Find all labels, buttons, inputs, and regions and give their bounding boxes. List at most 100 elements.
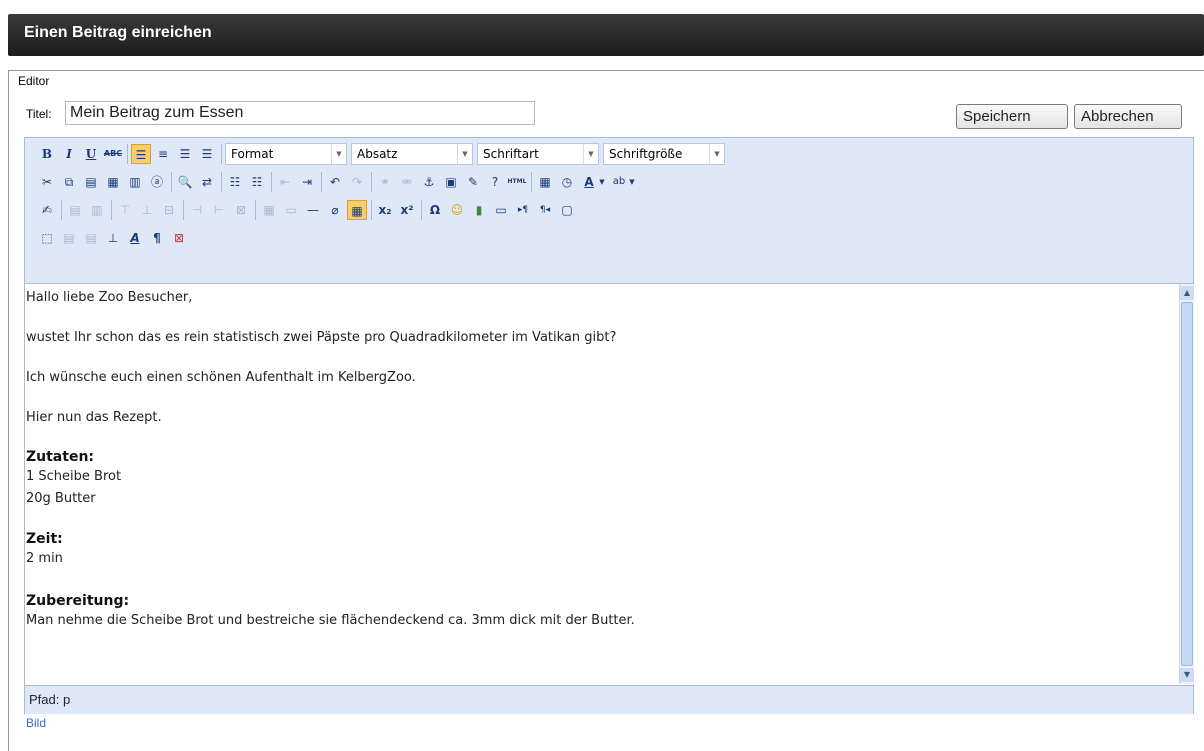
highlight-color-icon[interactable]: ab xyxy=(609,172,629,192)
nonbreaking-icon[interactable]: ⊠ xyxy=(169,228,189,248)
move-forward-icon[interactable]: ▤ xyxy=(59,228,79,248)
indent-icon[interactable]: ⇥ xyxy=(297,172,317,192)
ltr-icon[interactable]: ▸¶ xyxy=(513,200,533,220)
row-props-icon[interactable]: ▤ xyxy=(65,200,85,220)
font-select-label: Schriftart xyxy=(483,147,539,161)
align-right-icon[interactable]: ☰ xyxy=(175,144,195,164)
visual-chars-icon[interactable]: ¶ xyxy=(147,228,167,248)
iframe-icon[interactable]: ▭ xyxy=(491,200,511,220)
select-all-icon[interactable]: ⓐ xyxy=(147,172,167,192)
chevron-down-icon[interactable]: ▼ xyxy=(597,172,607,192)
content-line-4: Hier nun das Rezept. xyxy=(26,410,162,425)
italic-button[interactable]: I xyxy=(59,144,79,164)
paragraph-select[interactable]: Absatz ▼ xyxy=(351,143,473,165)
paste-word-icon[interactable]: ▥ xyxy=(125,172,145,192)
align-justify-icon[interactable]: ☰ xyxy=(197,144,217,164)
split-cells-icon[interactable]: ▦ xyxy=(259,200,279,220)
superscript-icon[interactable]: x² xyxy=(397,200,417,220)
save-button[interactable]: Speichern xyxy=(956,104,1068,129)
cell-props-icon[interactable]: ▥ xyxy=(87,200,107,220)
unlink-icon[interactable]: ⚮ xyxy=(397,172,417,192)
zutaten-heading: Zutaten: xyxy=(26,449,95,465)
table-icon[interactable]: ▦ xyxy=(347,200,367,220)
numbered-list-icon[interactable]: ☷ xyxy=(247,172,267,192)
zutat-1: 1 Scheibe Brot xyxy=(26,469,122,484)
edit-style-icon[interactable]: ✍ xyxy=(37,200,57,220)
toolbar-separator xyxy=(61,200,62,220)
underline-button[interactable]: U xyxy=(81,144,101,164)
content-greeting: Hallo liebe Zoo Besucher, xyxy=(26,290,193,305)
vertical-scrollbar[interactable]: ▲ ▼ xyxy=(1179,284,1194,684)
fullscreen-icon[interactable]: ▢ xyxy=(557,200,577,220)
paste-text-icon[interactable]: ▦ xyxy=(103,172,123,192)
zubereitung-text: Man nehme die Scheibe Brot und bestreich… xyxy=(26,613,635,628)
undo-icon[interactable]: ↶ xyxy=(325,172,345,192)
redo-icon[interactable]: ↷ xyxy=(347,172,367,192)
subscript-icon[interactable]: x₂ xyxy=(375,200,395,220)
image-icon[interactable]: ▣ xyxy=(441,172,461,192)
paste-icon[interactable]: ▤ xyxy=(81,172,101,192)
merge-cells-icon[interactable]: ▭ xyxy=(281,200,301,220)
cut-icon[interactable]: ✂ xyxy=(37,172,57,192)
insert-col-before-icon[interactable]: ⊣ xyxy=(187,200,207,220)
horizontal-rule-icon[interactable]: — xyxy=(303,200,323,220)
scroll-thumb[interactable] xyxy=(1181,302,1193,666)
outdent-icon[interactable]: ⇤ xyxy=(275,172,295,192)
content-line-3: Ich wünsche euch einen schönen Aufenthal… xyxy=(26,370,416,385)
strikethrough-button[interactable]: ABC xyxy=(103,144,123,164)
link-icon[interactable]: ⚭ xyxy=(375,172,395,192)
html-source-icon[interactable]: HTML xyxy=(507,172,527,192)
delete-col-icon[interactable]: ⊠ xyxy=(231,200,251,220)
page-header: Einen Beitrag einreichen xyxy=(8,14,1204,56)
cancel-button[interactable]: Abbrechen xyxy=(1074,104,1182,129)
align-left-icon[interactable]: ☰ xyxy=(131,144,151,164)
copy-icon[interactable]: ⧉ xyxy=(59,172,79,192)
toolbar-separator xyxy=(127,144,128,164)
content-line-2: wustet Ihr schon das es rein statistisch… xyxy=(26,330,617,345)
chevron-down-icon[interactable]: ▼ xyxy=(627,172,637,192)
editor-content[interactable]: Hallo liebe Zoo Besucher, wustet Ihr sch… xyxy=(25,284,1179,684)
cleanup-icon[interactable]: ✎ xyxy=(463,172,483,192)
toolbar-separator xyxy=(371,200,372,220)
rtl-icon[interactable]: ¶◂ xyxy=(535,200,555,220)
remove-format-icon[interactable]: ⌀ xyxy=(325,200,345,220)
bold-button[interactable]: B xyxy=(37,144,57,164)
bild-link[interactable]: Bild xyxy=(26,716,46,730)
emoticon-icon[interactable]: ☺ xyxy=(447,200,467,220)
toolbar-separator xyxy=(321,172,322,192)
zutat-2: 20g Butter xyxy=(26,491,96,506)
insert-date-icon[interactable]: ▦ xyxy=(535,172,555,192)
special-char-icon[interactable]: Ω xyxy=(425,200,445,220)
bullet-list-icon[interactable]: ☷ xyxy=(225,172,245,192)
align-center-icon[interactable]: ≡ xyxy=(153,144,173,164)
insert-layer-icon[interactable]: ⬚ xyxy=(37,228,57,248)
insert-time-icon[interactable]: ◷ xyxy=(557,172,577,192)
font-select[interactable]: Schriftart ▼ xyxy=(477,143,599,165)
text-color-icon[interactable]: A xyxy=(579,172,599,192)
insert-col-after-icon[interactable]: ⊢ xyxy=(209,200,229,220)
editor-toolbar: B I U ABC ☰ ≡ ☰ ☰ Format ▼ Absatz ▼ Schrif… xyxy=(25,138,1193,284)
title-input[interactable] xyxy=(65,101,535,125)
editor-statusbar: Pfad: p xyxy=(25,685,1193,714)
find-icon[interactable]: 🔍 xyxy=(175,172,195,192)
insert-row-after-icon[interactable]: ⊥ xyxy=(137,200,157,220)
fontsize-select[interactable]: Schriftgröße ▼ xyxy=(603,143,725,165)
zubereitung-heading: Zubereitung: xyxy=(26,593,130,609)
scroll-down-icon[interactable]: ▼ xyxy=(1180,668,1194,682)
move-backward-icon[interactable]: ▤ xyxy=(81,228,101,248)
format-select[interactable]: Format ▼ xyxy=(225,143,347,165)
anchor-icon[interactable]: ⚓ xyxy=(419,172,439,192)
toolbar-separator xyxy=(271,172,272,192)
insert-row-before-icon[interactable]: ⊤ xyxy=(115,200,135,220)
toolbar-separator xyxy=(171,172,172,192)
chevron-down-icon: ▼ xyxy=(583,144,598,164)
styleprops-icon[interactable]: A xyxy=(125,228,145,248)
scroll-up-icon[interactable]: ▲ xyxy=(1180,286,1194,300)
chevron-down-icon: ▼ xyxy=(709,144,724,164)
help-icon[interactable]: ? xyxy=(485,172,505,192)
absolute-position-icon[interactable]: ⊥ xyxy=(103,228,123,248)
delete-row-icon[interactable]: ⊟ xyxy=(159,200,179,220)
rich-text-editor: B I U ABC ☰ ≡ ☰ ☰ Format ▼ Absatz ▼ Schrif… xyxy=(24,137,1194,714)
media-icon[interactable]: ▮ xyxy=(469,200,489,220)
replace-icon[interactable]: ⇄ xyxy=(197,172,217,192)
